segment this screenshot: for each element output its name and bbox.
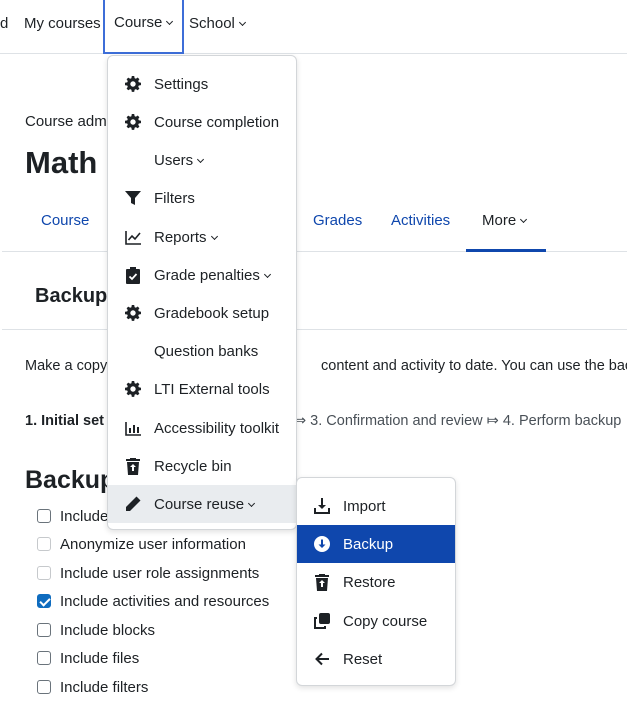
checkbox [37,537,51,551]
copy-icon [313,612,331,630]
nav-item-my-courses[interactable]: My courses [24,0,101,54]
checkbox-include-users[interactable]: Include [37,506,108,526]
menu-item-users[interactable]: Users [108,141,296,179]
menu-item-course-reuse[interactable]: Course reuse [108,485,296,523]
submenu-item-reset[interactable]: Reset [297,640,455,678]
filter-icon [124,189,142,207]
step-current: 1. Initial set [25,413,104,429]
nav-item-school[interactable]: School [189,0,246,54]
intro-text-continued: content and activity to date. You can us… [321,358,627,374]
checkbox-blocks[interactable]: Include blocks [37,620,155,640]
menu-item-accessibility-toolkit[interactable]: Accessibility toolkit [108,409,296,447]
chevron-down-icon [210,232,218,240]
menu-item-course-completion[interactable]: Course completion [108,103,296,141]
menu-item-lti-external-tools[interactable]: LTI External tools [108,370,296,408]
tab-grades[interactable]: Grades [313,190,362,252]
chevron-down-icon [197,155,205,163]
checkbox-checked[interactable] [37,594,51,608]
line-chart-icon [124,228,142,246]
checkbox-filters[interactable]: Include filters [37,677,148,697]
chevron-down-icon [166,17,174,26]
checkbox-anonymize: Anonymize user information [37,534,246,554]
course-reuse-submenu: Import Backup Restore Copy course Reset [296,477,456,686]
backup-settings-heading: Backup [25,466,116,494]
checkbox[interactable] [37,651,51,665]
arrow-left-icon [313,650,331,668]
intro-text: Make a copy [25,358,108,374]
page-title: Math [25,145,98,180]
menu-item-settings[interactable]: Settings [108,65,296,103]
pencil-icon [124,495,142,513]
menu-item-grade-penalties[interactable]: Grade penalties [108,256,296,294]
download-circle-icon [313,535,331,553]
divider [2,329,627,330]
menu-item-filters[interactable]: Filters [108,179,296,217]
menu-item-reports[interactable]: Reports [108,218,296,256]
gear-icon [124,304,142,322]
checkbox [37,566,51,580]
clipboard-check-icon [124,266,142,284]
course-dropdown-menu: Settings Course completion Users Filters… [107,55,297,530]
nav-item-course[interactable]: Course [103,0,184,54]
chevron-down-icon [238,18,246,27]
gear-icon [124,113,142,131]
checkbox[interactable] [37,680,51,694]
bar-chart-icon [124,419,142,437]
breadcrumb: Course admi [25,113,111,130]
tab-course[interactable]: Course [41,190,89,252]
chevron-down-icon [248,499,256,507]
trash-restore-icon [124,457,142,475]
gear-icon [124,380,142,398]
submenu-item-import[interactable]: Import [297,487,455,525]
nav-item-dashboard[interactable]: d [0,0,8,54]
menu-item-question-banks[interactable]: Question banks [108,332,296,370]
submenu-item-restore[interactable]: Restore [297,563,455,601]
submenu-item-copy-course[interactable]: Copy course [297,602,455,640]
checkbox[interactable] [37,509,51,523]
steps-remaining: ⤇ 3. Confirmation and review ⤇ 4. Perfor… [294,413,622,429]
section-title: Backup [35,285,108,307]
tab-more[interactable]: More [466,190,546,252]
checkbox-activities[interactable]: Include activities and resources [37,591,269,611]
menu-item-gradebook-setup[interactable]: Gradebook setup [108,294,296,332]
checkbox-role-assignments: Include user role assignments [37,563,259,583]
menu-item-recycle-bin[interactable]: Recycle bin [108,447,296,485]
checkbox[interactable] [37,623,51,637]
gear-icon [124,75,142,93]
checkbox-files[interactable]: Include files [37,648,139,668]
secondary-navigation: Course Grades Activities More [2,190,627,252]
import-icon [313,497,331,515]
chevron-down-icon [520,215,528,224]
chevron-down-icon [263,270,271,278]
trash-restore-icon [313,573,331,591]
tab-activities[interactable]: Activities [391,190,450,252]
primary-navigation: d My courses Course School [0,0,627,54]
submenu-item-backup[interactable]: Backup [297,525,455,563]
